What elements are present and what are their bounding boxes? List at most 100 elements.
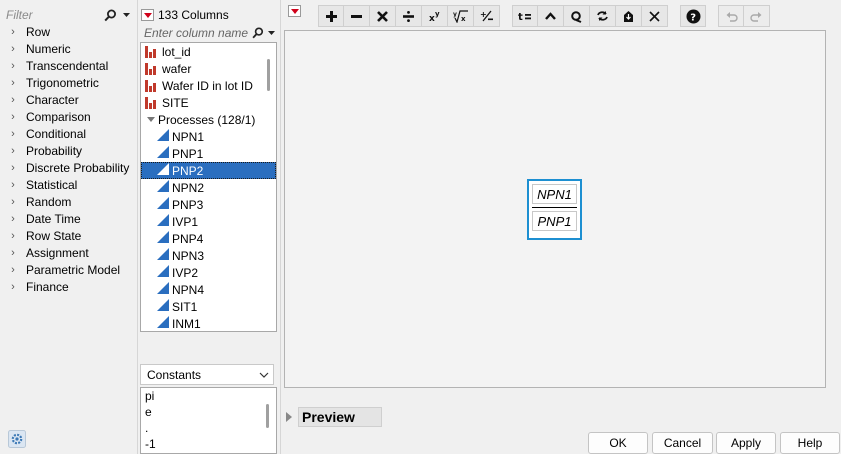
function-category-item[interactable]: › Row State bbox=[0, 228, 137, 245]
function-filter[interactable]: Filter bbox=[2, 4, 134, 26]
nominal-column-icon bbox=[145, 79, 159, 92]
formula-menu-triangle-icon[interactable] bbox=[288, 5, 301, 17]
column-search[interactable]: Enter column name bbox=[141, 24, 277, 42]
cancel-button[interactable]: Cancel bbox=[652, 432, 713, 454]
function-category-label: Assignment bbox=[26, 246, 89, 260]
function-category-label: Character bbox=[26, 93, 79, 107]
multiply-button[interactable] bbox=[370, 5, 396, 27]
unthrow-button[interactable] bbox=[616, 5, 642, 27]
column-item[interactable]: PNP2 bbox=[141, 162, 276, 179]
function-category-item[interactable]: › Character bbox=[0, 92, 137, 109]
column-item[interactable]: Wafer ID in lot ID bbox=[141, 77, 276, 94]
disclosure-triangle-icon[interactable] bbox=[286, 412, 292, 422]
constant-item[interactable]: . bbox=[141, 420, 276, 436]
column-label: SITE bbox=[162, 95, 189, 110]
function-category-item[interactable]: › Assignment bbox=[0, 245, 137, 262]
function-category-item[interactable]: › Trigonometric bbox=[0, 75, 137, 92]
scrollbar-thumb[interactable] bbox=[266, 404, 269, 428]
fraction-bar bbox=[532, 207, 577, 208]
column-label: PNP3 bbox=[172, 197, 204, 212]
gear-icon[interactable] bbox=[8, 430, 26, 448]
column-item[interactable]: PNP4 bbox=[141, 230, 276, 247]
function-category-item[interactable]: › Conditional bbox=[0, 126, 137, 143]
ok-button[interactable]: OK bbox=[588, 432, 648, 454]
columns-menu-triangle-icon[interactable] bbox=[141, 9, 154, 21]
scrollbar-thumb[interactable] bbox=[267, 59, 270, 91]
column-item[interactable]: NPN3 bbox=[141, 247, 276, 264]
function-category-item[interactable]: › Statistical bbox=[0, 177, 137, 194]
continuous-column-icon bbox=[157, 214, 169, 229]
column-search-input[interactable]: Enter column name bbox=[141, 26, 251, 40]
function-filter-input[interactable]: Filter bbox=[2, 8, 102, 22]
function-category-label: Comparison bbox=[26, 110, 91, 124]
undo-button[interactable] bbox=[718, 5, 744, 27]
formula-numerator[interactable]: NPN1 bbox=[532, 184, 577, 204]
column-item[interactable]: SIT1 bbox=[141, 298, 276, 315]
preview-section[interactable]: Preview bbox=[286, 407, 382, 427]
column-label: NPN3 bbox=[172, 248, 205, 263]
preview-label[interactable]: Preview bbox=[298, 407, 382, 427]
column-item[interactable]: IVP1 bbox=[141, 213, 276, 230]
chevron-right-icon: › bbox=[11, 26, 15, 38]
constant-item[interactable]: pi bbox=[141, 388, 276, 404]
constants-dropdown[interactable]: Constants bbox=[140, 364, 274, 385]
column-item[interactable]: wafer bbox=[141, 60, 276, 77]
chevron-right-icon: › bbox=[11, 179, 15, 191]
function-category-item[interactable]: › Probability bbox=[0, 143, 137, 160]
negate-button[interactable]: + bbox=[474, 5, 500, 27]
column-group-processes[interactable]: Processes (128/1) bbox=[141, 111, 276, 128]
column-list[interactable]: lot_id wafer Wafer ID in lot ID SITE Process… bbox=[140, 42, 277, 332]
column-label: PNP2 bbox=[172, 163, 204, 178]
function-category-item[interactable]: › Discrete Probability bbox=[0, 160, 137, 177]
column-item[interactable]: INM1 bbox=[141, 315, 276, 331]
column-item[interactable]: NPN4 bbox=[141, 281, 276, 298]
apply-button[interactable]: Apply bbox=[716, 432, 776, 454]
function-category-item[interactable]: › Comparison bbox=[0, 109, 137, 126]
formula-denominator[interactable]: PNP1 bbox=[532, 211, 577, 231]
root-button[interactable]: yx bbox=[448, 5, 474, 27]
constant-item[interactable]: -1 bbox=[141, 436, 276, 452]
chevron-down-icon[interactable] bbox=[118, 7, 134, 23]
search-icon[interactable] bbox=[251, 27, 265, 39]
column-item[interactable]: PNP1 bbox=[141, 145, 276, 162]
redo-button[interactable] bbox=[744, 5, 770, 27]
column-item[interactable]: lot_id bbox=[141, 43, 276, 60]
peel-button[interactable] bbox=[564, 5, 590, 27]
formula-editor[interactable]: NPN1 PNP1 bbox=[284, 30, 826, 388]
function-category-item[interactable]: › Finance bbox=[0, 279, 137, 296]
constants-list[interactable]: pi e. -1 bbox=[140, 387, 277, 454]
chevron-down-icon[interactable] bbox=[255, 369, 273, 381]
function-category-item[interactable]: › Parametric Model bbox=[0, 262, 137, 279]
column-item[interactable]: IVP2 bbox=[141, 264, 276, 281]
swap-button[interactable] bbox=[590, 5, 616, 27]
column-item[interactable]: NPN1 bbox=[141, 128, 276, 145]
function-category-item[interactable]: › Date Time bbox=[0, 211, 137, 228]
chevron-right-icon: › bbox=[11, 77, 15, 89]
delete-button[interactable] bbox=[642, 5, 668, 27]
disclosure-triangle-icon[interactable] bbox=[147, 117, 155, 122]
divide-button[interactable] bbox=[396, 5, 422, 27]
search-icon[interactable] bbox=[102, 7, 118, 23]
constant-item[interactable]: e bbox=[141, 404, 276, 420]
column-item[interactable]: SITE bbox=[141, 94, 276, 111]
panel-divider[interactable] bbox=[280, 0, 281, 454]
caret-up-button[interactable] bbox=[538, 5, 564, 27]
function-category-item[interactable]: › Row bbox=[0, 24, 137, 41]
help-icon[interactable]: ? bbox=[680, 5, 706, 27]
help-button[interactable]: Help bbox=[780, 432, 840, 454]
function-category-list: › Row › Numeric › Transcendental › Trigonometri… bbox=[0, 24, 137, 296]
panel-divider[interactable] bbox=[137, 0, 138, 454]
formula-expression[interactable]: NPN1 PNP1 bbox=[527, 179, 582, 240]
column-item[interactable]: PNP3 bbox=[141, 196, 276, 213]
minus-button[interactable] bbox=[344, 5, 370, 27]
formula-toolbar: xy yx + t ? bbox=[318, 5, 770, 27]
function-category-item[interactable]: › Numeric bbox=[0, 41, 137, 58]
assign-button[interactable]: t bbox=[512, 5, 538, 27]
function-category-item[interactable]: › Transcendental bbox=[0, 58, 137, 75]
column-count: 133 Columns bbox=[158, 8, 229, 22]
plus-button[interactable] bbox=[318, 5, 344, 27]
function-category-item[interactable]: › Random bbox=[0, 194, 137, 211]
chevron-down-icon[interactable] bbox=[265, 30, 277, 36]
column-item[interactable]: NPN2 bbox=[141, 179, 276, 196]
power-button[interactable]: xy bbox=[422, 5, 448, 27]
